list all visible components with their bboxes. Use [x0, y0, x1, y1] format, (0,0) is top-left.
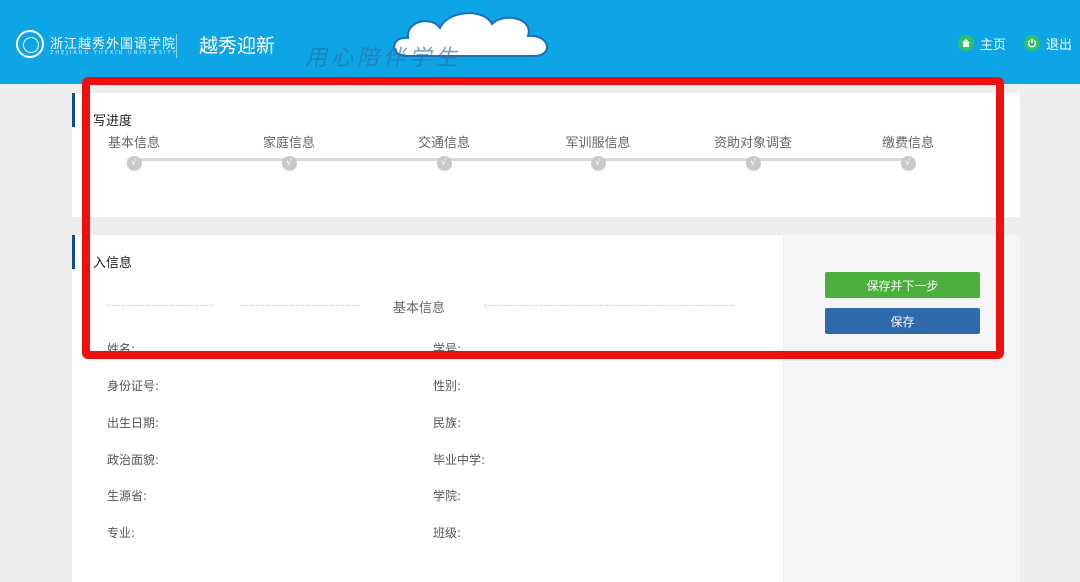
nav-home-link[interactable]: 主页 — [958, 34, 1007, 53]
card-accent-bar — [72, 93, 75, 127]
field-label: 性别: — [433, 379, 462, 393]
nav-home-label: 主页 — [980, 37, 1007, 53]
handwritten-slogan: 用心陪伴学生 — [305, 46, 462, 71]
field-label: 学院: — [433, 489, 462, 503]
app-title: 越秀迎新 — [199, 35, 276, 57]
header-divider — [176, 34, 177, 58]
field-label: 民族: — [433, 416, 462, 430]
annotation-highlight-box — [82, 77, 1004, 359]
nav-logout-link[interactable]: 退出 — [1024, 34, 1073, 53]
nav-logout-label: 退出 — [1046, 37, 1073, 53]
field-label: 身份证号: — [107, 379, 160, 393]
field-label: 专业: — [107, 526, 136, 540]
school-logo-icon — [16, 30, 44, 58]
power-icon — [1024, 35, 1040, 51]
field-label: 生源省: — [107, 489, 148, 503]
field-label: 班级: — [433, 526, 462, 540]
field-label: 毕业中学: — [433, 453, 486, 467]
home-icon — [958, 35, 974, 51]
info-accent-bar — [72, 235, 75, 269]
school-name-english: ZHEJIANG YUEXIU UNIVERSITY — [50, 50, 178, 56]
field-label: 政治面貌: — [107, 453, 160, 467]
top-header: 浙江越秀外国语学院 ZHEJIANG YUEXIU UNIVERSITY 越秀迎… — [0, 0, 1080, 84]
field-label: 出生日期: — [107, 416, 160, 430]
